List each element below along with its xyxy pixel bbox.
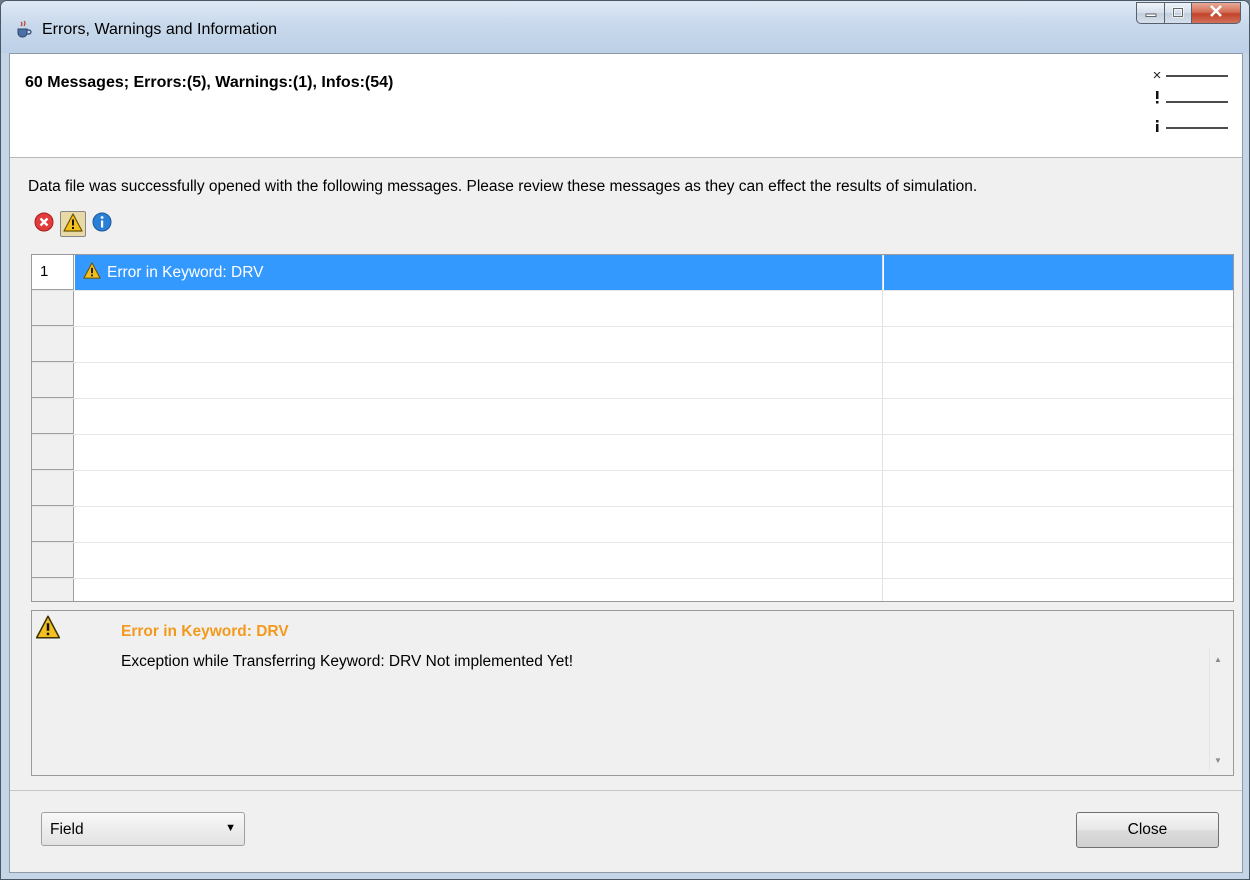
message-filter-toolbar (32, 211, 114, 237)
message-cell[interactable] (75, 435, 883, 470)
minimize-icon (1145, 6, 1157, 21)
title-bar[interactable]: Errors, Warnings and Information (1, 1, 1249, 53)
table-row[interactable]: 1 Error in Keyword: DRV (32, 255, 1233, 291)
message-list-icon (1150, 71, 1230, 152)
row-header[interactable] (32, 507, 74, 542)
dialog-footer: Field ▼ Close (10, 790, 1242, 874)
message-summary: 60 Messages; Errors:(5), Warnings:(1), I… (25, 74, 394, 91)
info-icon (92, 212, 112, 236)
warning-icon (83, 262, 101, 284)
row-header[interactable] (32, 363, 74, 398)
maximize-button[interactable] (1164, 2, 1191, 24)
message-extra-cell[interactable] (884, 399, 1233, 434)
row-header[interactable] (32, 291, 74, 326)
maximize-icon (1172, 6, 1184, 21)
message-extra-cell[interactable] (884, 471, 1233, 506)
message-extra-cell[interactable] (884, 291, 1233, 326)
message-cell[interactable]: Error in Keyword: DRV (75, 255, 883, 290)
message-extra-cell[interactable] (884, 543, 1233, 578)
error-icon (34, 212, 54, 236)
filter-infos-button[interactable] (90, 212, 114, 236)
message-summary-header: 60 Messages; Errors:(5), Warnings:(1), I… (10, 54, 1242, 158)
warning-icon (35, 615, 61, 639)
row-header[interactable] (32, 471, 74, 506)
chevron-down-icon: ▼ (225, 822, 236, 834)
message-cell[interactable] (75, 543, 883, 578)
table-row[interactable] (32, 543, 1233, 579)
message-extra-cell[interactable] (884, 579, 1233, 601)
detail-scrollbar[interactable]: ▲ ▼ (1209, 649, 1227, 771)
close-button[interactable]: Close (1076, 812, 1219, 848)
table-row[interactable] (32, 471, 1233, 507)
java-cup-icon (15, 20, 33, 38)
table-row[interactable] (32, 291, 1233, 327)
filter-errors-button[interactable] (32, 212, 56, 236)
filter-warnings-button[interactable] (60, 211, 86, 237)
message-cell[interactable] (75, 327, 883, 362)
message-extra-cell[interactable] (884, 327, 1233, 362)
row-number: 1 (32, 255, 74, 290)
table-row[interactable] (32, 399, 1233, 435)
message-extra-cell[interactable] (884, 435, 1233, 470)
table-row[interactable] (32, 435, 1233, 471)
dialog-content: 60 Messages; Errors:(5), Warnings:(1), I… (9, 53, 1243, 873)
dropdown-value: Field (50, 821, 84, 838)
message-extra-cell[interactable] (884, 255, 1233, 290)
message-extra-cell[interactable] (884, 363, 1233, 398)
row-header[interactable] (32, 579, 74, 601)
message-detail-panel: Error in Keyword: DRV Exception while Tr… (31, 610, 1234, 776)
dialog-window: Errors, Warnings and Information 60 Mess… (0, 0, 1250, 880)
field-dropdown[interactable]: Field ▼ (41, 812, 245, 846)
table-row[interactable] (32, 327, 1233, 363)
message-cell[interactable] (75, 399, 883, 434)
detail-message: Exception while Transferring Keyword: DR… (121, 653, 574, 670)
row-header[interactable] (32, 543, 74, 578)
window-close-button[interactable] (1191, 2, 1241, 24)
window-title: Errors, Warnings and Information (42, 21, 278, 38)
message-cell[interactable] (75, 291, 883, 326)
description-text: Data file was successfully opened with t… (28, 178, 978, 195)
warning-icon (63, 212, 83, 236)
scroll-down-icon[interactable]: ▼ (1214, 756, 1222, 765)
message-cell[interactable] (75, 507, 883, 542)
table-row[interactable] (32, 363, 1233, 399)
row-header[interactable] (32, 327, 74, 362)
scroll-up-icon[interactable]: ▲ (1214, 655, 1222, 664)
detail-title: Error in Keyword: DRV (121, 623, 289, 640)
table-row[interactable] (32, 507, 1233, 543)
caption-buttons (1136, 2, 1241, 24)
table-row[interactable] (32, 579, 1233, 601)
message-table: 1 Error in Keyword: DRV (31, 254, 1234, 602)
close-icon (1209, 4, 1223, 22)
message-text: Error in Keyword: DRV (107, 264, 264, 281)
row-header[interactable] (32, 399, 74, 434)
row-header[interactable] (32, 435, 74, 470)
message-cell[interactable] (75, 363, 883, 398)
message-extra-cell[interactable] (884, 507, 1233, 542)
message-cell[interactable] (75, 579, 883, 601)
message-cell[interactable] (75, 471, 883, 506)
minimize-button[interactable] (1136, 2, 1164, 24)
